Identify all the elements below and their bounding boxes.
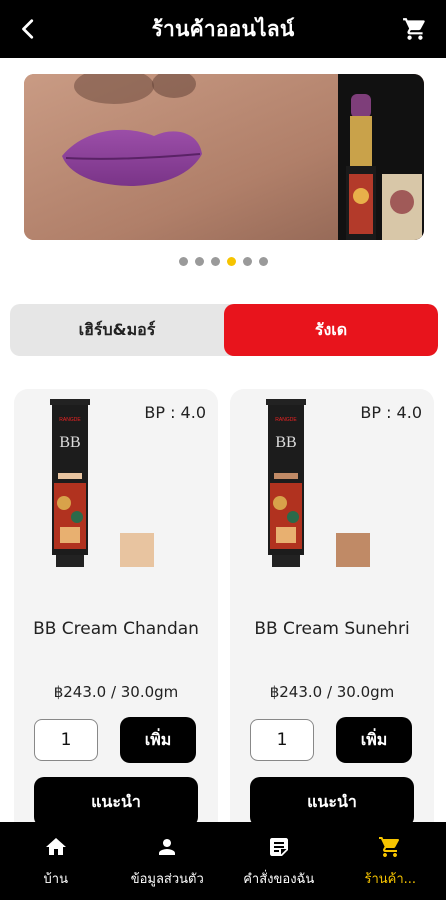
page-title: ร้านค้าออนไลน์ <box>151 16 295 41</box>
carousel-dot[interactable] <box>242 257 252 266</box>
shade-swatch <box>336 533 370 567</box>
app-header: ร้านค้าออนไลน์ <box>0 0 446 58</box>
orders-icon <box>266 834 292 860</box>
quantity-input[interactable]: 1 <box>34 719 98 761</box>
nav-orders[interactable]: คำสั่งของฉัน <box>223 822 335 900</box>
cart-icon <box>377 834 403 860</box>
bottom-navigation: บ้าน ข้อมูลส่วนตัว คำสั่งของฉัน ร้านค้า.… <box>0 822 446 900</box>
cart-button[interactable] <box>400 14 430 44</box>
quantity-input[interactable]: 1 <box>250 719 314 761</box>
product-image: RANGDE BB <box>50 399 90 567</box>
arrow-left-icon <box>22 19 34 39</box>
tab-herbs-more[interactable]: เฮิร์บ&มอร์ <box>10 304 224 356</box>
bp-badge: BP : 4.0 <box>144 403 206 422</box>
carousel-dot[interactable] <box>194 257 204 266</box>
tab-rangde[interactable]: รังเด <box>224 304 438 356</box>
recommend-button[interactable]: แนะนำ <box>34 777 198 827</box>
promo-banner[interactable] <box>24 74 424 240</box>
svg-text:RANGDE: RANGDE <box>275 417 297 423</box>
product-card[interactable]: BP : 4.0 RANGDE BB BB Cream Chandan ฿243… <box>14 389 218 839</box>
nav-label: ข้อมูลส่วนตัว <box>130 871 204 887</box>
cart-icon <box>403 18 425 40</box>
brand-tabs: เฮิร์บ&มอร์ รังเด <box>10 304 438 356</box>
carousel-dot-active[interactable] <box>226 257 236 266</box>
add-button[interactable]: เพิ่ม <box>336 717 412 763</box>
recommend-button[interactable]: แนะนำ <box>250 777 414 827</box>
home-icon <box>43 834 69 860</box>
back-button[interactable] <box>14 14 44 44</box>
carousel-dot[interactable] <box>178 257 188 266</box>
svg-text:RANGDE: RANGDE <box>59 417 81 423</box>
nav-label: คำสั่งของฉัน <box>243 871 315 887</box>
carousel-indicator <box>0 257 446 267</box>
product-price: ฿243.0 / 30.0gm <box>53 683 179 701</box>
bp-badge: BP : 4.0 <box>360 403 422 422</box>
nav-home[interactable]: บ้าน <box>0 822 112 900</box>
banner-image <box>24 74 424 240</box>
product-name[interactable]: BB Cream Sunehri <box>230 619 434 639</box>
carousel-dot[interactable] <box>258 257 268 266</box>
person-icon <box>154 834 180 860</box>
nav-shop[interactable]: ร้านค้า... <box>335 822 446 900</box>
svg-text:BB: BB <box>275 434 296 451</box>
product-price: ฿243.0 / 30.0gm <box>269 683 395 701</box>
product-name[interactable]: BB Cream Chandan <box>14 619 218 639</box>
product-card[interactable]: BP : 4.0 RANGDE BB BB Cream Sunehri ฿243… <box>230 389 434 839</box>
svg-text:BB: BB <box>59 434 80 451</box>
carousel-dot[interactable] <box>210 257 220 266</box>
shade-swatch <box>120 533 154 567</box>
nav-label: ร้านค้า... <box>364 871 417 887</box>
add-button[interactable]: เพิ่ม <box>120 717 196 763</box>
nav-profile[interactable]: ข้อมูลส่วนตัว <box>112 822 224 900</box>
nav-label: บ้าน <box>43 871 68 887</box>
product-image: RANGDE BB <box>266 399 306 567</box>
